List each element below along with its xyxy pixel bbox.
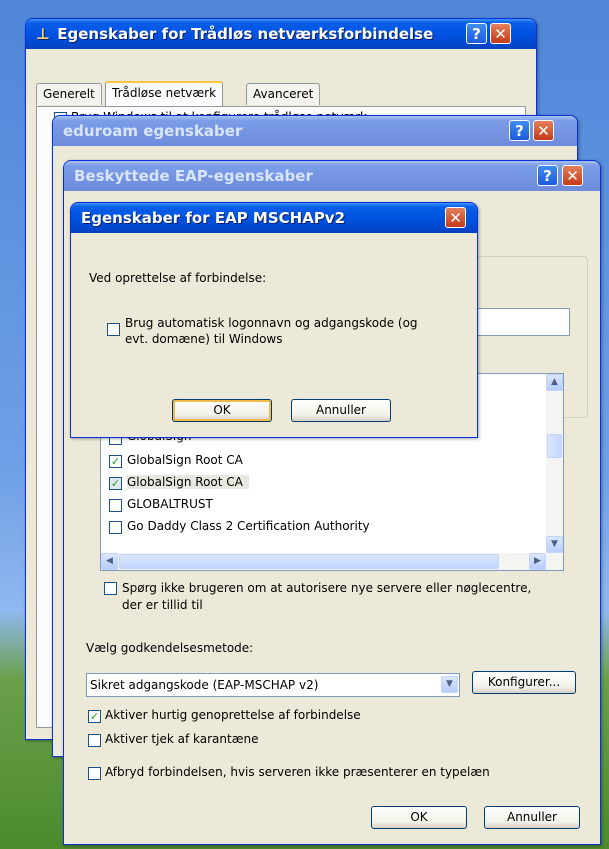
network-icon: ⊥ xyxy=(36,25,50,43)
chevron-down-icon[interactable]: ▼ xyxy=(441,676,458,693)
cert-checkbox[interactable]: ✓ xyxy=(109,455,122,468)
scroll-thumb[interactable] xyxy=(547,434,562,458)
cert-name: GlobalSign Root CA xyxy=(127,475,249,489)
cert-checkbox[interactable] xyxy=(109,521,122,534)
ok-button[interactable]: OK xyxy=(172,399,272,422)
scroll-up-icon[interactable]: ▲ xyxy=(546,374,563,391)
cert-checkbox[interactable] xyxy=(109,499,122,512)
cert-name: GLOBALTRUST xyxy=(127,497,213,511)
cert-name: Go Daddy Class 2 Certification Authority xyxy=(127,519,370,533)
window-title: Beskyttede EAP-egenskaber xyxy=(74,167,313,185)
auto-logon-line-2: evt. domæne) til Windows xyxy=(125,332,283,346)
auth-method-value: Sikret adgangskode (EAP-MSCHAP v2) xyxy=(90,678,319,692)
tab-avanceret[interactable]: Avanceret xyxy=(246,83,321,105)
cancel-button[interactable]: Annuller xyxy=(484,806,580,829)
vertical-scrollbar[interactable]: ▲ ▼ xyxy=(546,374,563,553)
auto-logon-checkbox[interactable] xyxy=(107,323,120,336)
tab-generelt[interactable]: Generelt xyxy=(36,83,102,105)
fast-reconnect-checkbox[interactable]: ✓ xyxy=(88,710,101,723)
ok-button[interactable]: OK xyxy=(371,806,467,829)
cancel-button[interactable]: Annuller xyxy=(291,399,391,422)
disconnect-label: Afbryd forbindelsen, hvis serveren ikke … xyxy=(105,765,490,779)
help-icon[interactable]: ? xyxy=(509,120,530,141)
close-icon[interactable]: ✕ xyxy=(533,120,554,141)
dont-prompt-label: Spørg ikke brugeren om at autorisere nye… xyxy=(122,581,532,612)
close-icon[interactable]: ✕ xyxy=(562,165,583,186)
window-titlebar[interactable]: Beskyttede EAP-egenskaber xyxy=(64,161,600,191)
auto-logon-line-1: Brug automatisk logonnavn og adgangskode… xyxy=(125,316,418,330)
connection-heading: Ved oprettelse af forbindelse: xyxy=(89,271,267,285)
auto-logon-label: Brug automatisk logonnavn og adgangskode… xyxy=(125,315,418,347)
window-title: Egenskaber for EAP MSCHAPv2 xyxy=(81,209,346,227)
window-title: Egenskaber for Trådløs netværksforbindel… xyxy=(57,25,434,43)
close-icon[interactable]: ✕ xyxy=(445,207,466,228)
dont-prompt-checkbox[interactable] xyxy=(104,582,117,595)
window-titlebar[interactable]: eduroam egenskaber xyxy=(53,116,577,146)
scroll-thumb[interactable] xyxy=(119,554,499,569)
horizontal-scrollbar[interactable]: ◀ ▶ xyxy=(101,553,563,570)
window-titlebar[interactable]: ⊥ Egenskaber for Trådløs netværksforbind… xyxy=(26,19,536,49)
help-icon[interactable]: ? xyxy=(466,23,487,44)
close-icon[interactable]: ✕ xyxy=(490,23,511,44)
auth-method-select[interactable]: Sikret adgangskode (EAP-MSCHAP v2) ▼ xyxy=(86,673,460,697)
eap-mschapv2-properties-dialog: Egenskaber for EAP MSCHAPv2 ✕ Ved oprett… xyxy=(70,202,478,438)
help-icon[interactable]: ? xyxy=(537,165,558,186)
quarantine-checkbox[interactable] xyxy=(88,734,101,747)
window-title: eduroam egenskaber xyxy=(63,122,243,140)
quarantine-label: Aktiver tjek af karantæne xyxy=(105,732,259,746)
cert-checkbox[interactable]: ✓ xyxy=(109,477,122,490)
auth-method-label: Vælg godkendelsesmetode: xyxy=(86,641,254,655)
tab-wireless-networks[interactable]: Trådløse netværk xyxy=(105,81,224,107)
configure-button[interactable]: Konfigurer... xyxy=(472,671,576,694)
scroll-down-icon[interactable]: ▼ xyxy=(546,536,563,553)
disconnect-checkbox[interactable] xyxy=(88,767,101,780)
scroll-right-icon[interactable]: ▶ xyxy=(529,553,546,570)
fast-reconnect-label: Aktiver hurtig genoprettelse af forbinde… xyxy=(105,708,361,722)
cert-name: GlobalSign Root CA xyxy=(127,453,243,467)
scroll-left-icon[interactable]: ◀ xyxy=(101,553,118,570)
window-titlebar[interactable]: Egenskaber for EAP MSCHAPv2 xyxy=(71,203,477,233)
